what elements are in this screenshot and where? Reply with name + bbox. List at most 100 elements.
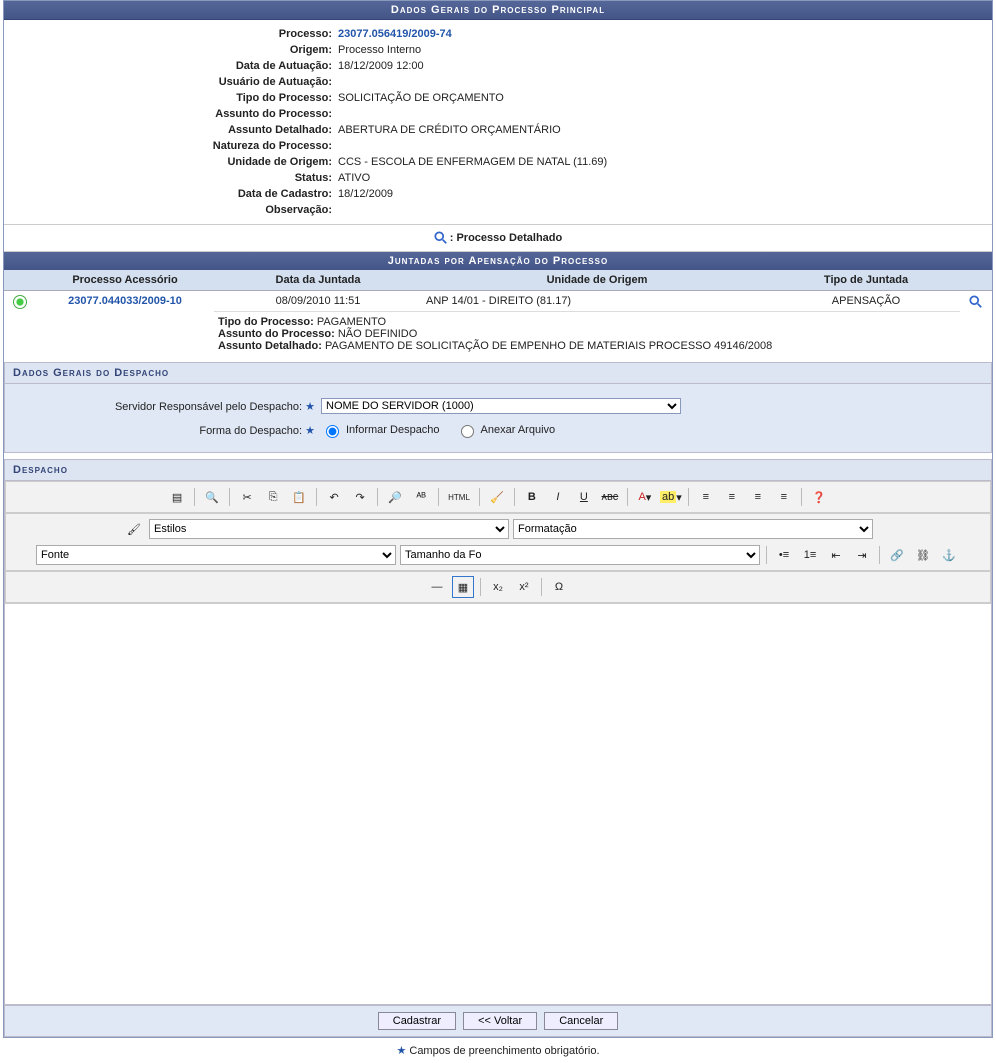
det-tipo-val: PAGAMENTO — [317, 316, 386, 328]
col-data-juntada: Data da Juntada — [214, 270, 422, 291]
required-footnote: ★ Campos de preenchimento obrigatório. — [0, 1038, 996, 1063]
cancelar-button[interactable]: Cancelar — [544, 1012, 618, 1030]
radio-informar-input[interactable] — [326, 425, 339, 438]
despacho-editor-title: Despacho — [4, 459, 992, 481]
hr-icon[interactable]: — — [426, 576, 448, 598]
value-tipo-processo: SOLICITAÇÃO DE ORÇAMENTO — [338, 92, 984, 104]
superscript-icon[interactable]: x² — [513, 576, 535, 598]
table-row: 23077.044033/2009-10 08/09/2010 11:51 AN… — [4, 291, 992, 312]
strike-icon[interactable]: ᴀʙᴄ — [599, 486, 621, 508]
html-icon[interactable]: HTML — [445, 486, 473, 508]
help-icon[interactable]: ❓ — [808, 486, 830, 508]
value-unidade-origem: CCS - ESCOLA DE ENFERMAGEM DE NATAL (11.… — [338, 156, 984, 168]
value-natureza — [338, 140, 984, 152]
format-select[interactable]: Formatação — [513, 519, 873, 539]
align-center-icon[interactable]: ≡ — [721, 486, 743, 508]
forma-label: Forma do Despacho: — [199, 425, 302, 437]
bg-color-icon[interactable]: ab▾ — [660, 486, 682, 508]
special-char-icon[interactable]: Ω — [548, 576, 570, 598]
servidor-select[interactable]: NOME DO SERVIDOR (1000) — [321, 398, 681, 414]
radio-anexar[interactable]: Anexar Arquivo — [456, 422, 556, 438]
servidor-label: Servidor Responsável pelo Despacho: — [115, 401, 302, 413]
value-data-cadastro: 18/12/2009 — [338, 188, 984, 200]
undo-icon[interactable]: ↶ — [323, 486, 345, 508]
value-data-autuacao: 18/12/2009 12:00 — [338, 60, 984, 72]
table-icon[interactable]: ▦ — [452, 576, 474, 598]
anchor-icon[interactable]: ⚓ — [938, 544, 960, 566]
row-unidade: ANP 14/01 - DIREITO (81.17) — [422, 291, 772, 312]
value-assunto — [338, 108, 984, 120]
remove-format-icon[interactable]: 🧹 — [486, 486, 508, 508]
indent-icon[interactable]: ⇥ — [851, 544, 873, 566]
replace-icon[interactable]: ᴬᴮ — [410, 486, 432, 508]
despacho-form: Servidor Responsável pelo Despacho: ★ NO… — [4, 384, 992, 453]
editor-toolbar-row2: 🖌 Estilos Formatação Fonte Tamanho da Fo… — [5, 513, 991, 571]
det-assdet-lbl: Assunto Detalhado: — [218, 340, 322, 352]
text-color-icon[interactable]: A▾ — [634, 486, 656, 508]
align-justify-icon[interactable]: ≡ — [773, 486, 795, 508]
number-list-icon[interactable]: 1≡ — [799, 544, 821, 566]
font-select[interactable]: Fonte — [36, 545, 396, 565]
subscript-icon[interactable]: x₂ — [487, 576, 509, 598]
required-star-icon: ★ — [305, 425, 315, 437]
label-processo: Processo: — [12, 28, 338, 40]
label-data-autuacao: Data de Autuação: — [12, 60, 338, 72]
label-origem: Origem: — [12, 44, 338, 56]
value-usuario-autuacao — [338, 76, 984, 88]
row-data-juntada: 08/09/2010 11:51 — [214, 291, 422, 312]
main-header: Dados Gerais do Processo Principal — [4, 1, 992, 20]
radio-anexar-input[interactable] — [461, 425, 474, 438]
redo-icon[interactable]: ↷ — [349, 486, 371, 508]
row-tipo: APENSAÇÃO — [772, 291, 960, 312]
value-origem: Processo Interno — [338, 44, 984, 56]
link-icon[interactable]: 🔗 — [886, 544, 908, 566]
preview-icon[interactable]: 🔍 — [201, 486, 223, 508]
paste-icon[interactable]: 📋 — [288, 486, 310, 508]
value-observacao — [338, 204, 984, 216]
legend-bar: : Processo Detalhado — [4, 224, 992, 252]
align-right-icon[interactable]: ≡ — [747, 486, 769, 508]
styles-select[interactable]: Estilos — [149, 519, 509, 539]
label-data-cadastro: Data de Cadastro: — [12, 188, 338, 200]
editor-textarea[interactable] — [5, 603, 991, 1004]
processo-acessorio-link[interactable]: 23077.044033/2009-10 — [36, 291, 214, 357]
det-assunto-lbl: Assunto do Processo: — [218, 328, 335, 340]
bullet-list-icon[interactable]: •≡ — [773, 544, 795, 566]
magnifier-icon[interactable] — [968, 295, 984, 312]
det-assdet-val: PAGAMENTO DE SOLICITAÇÃO DE EMPENHO DE M… — [325, 340, 772, 352]
label-status: Status: — [12, 172, 338, 184]
action-buttons-bar: Cadastrar << Voltar Cancelar — [4, 1005, 992, 1037]
source-icon[interactable]: ▤ — [166, 486, 188, 508]
col-unidade-origem: Unidade de Origem — [422, 270, 772, 291]
cut-icon[interactable]: ✂ — [236, 486, 258, 508]
rich-text-editor: ▤ 🔍 ✂ ⎘ 📋 ↶ ↷ 🔎 ᴬᴮ HTML 🧹 B I U ᴀʙᴄ A▾ a… — [4, 481, 992, 1005]
find-icon[interactable]: 🔎 — [384, 486, 406, 508]
magnifier-icon — [434, 231, 450, 245]
format-painter-icon[interactable]: 🖌 — [123, 518, 145, 540]
required-star-icon: ★ — [396, 1045, 406, 1057]
unlink-icon[interactable]: ⛓ — [912, 544, 934, 566]
radio-informar[interactable]: Informar Despacho — [321, 422, 440, 438]
label-tipo-processo: Tipo do Processo: — [12, 92, 338, 104]
editor-toolbar-row3: — ▦ x₂ x² Ω — [5, 571, 991, 603]
cadastrar-button[interactable]: Cadastrar — [378, 1012, 456, 1030]
det-assunto-val: NÃO DEFINIDO — [338, 328, 417, 340]
juntadas-table: Processo Acessório Data da Juntada Unida… — [4, 270, 992, 356]
det-tipo-lbl: Tipo do Processo: — [218, 316, 314, 328]
bold-icon[interactable]: B — [521, 486, 543, 508]
copy-icon[interactable]: ⎘ — [262, 486, 284, 508]
value-processo[interactable]: 23077.056419/2009-74 — [338, 28, 984, 40]
outdent-icon[interactable]: ⇤ — [825, 544, 847, 566]
align-left-icon[interactable]: ≡ — [695, 486, 717, 508]
label-usuario-autuacao: Usuário de Autuação: — [12, 76, 338, 88]
label-observacao: Observação: — [12, 204, 338, 216]
underline-icon[interactable]: U — [573, 486, 595, 508]
font-size-select[interactable]: Tamanho da Fo — [400, 545, 760, 565]
value-assunto-detalhado: ABERTURA DE CRÉDITO ORÇAMENTÁRIO — [338, 124, 984, 136]
italic-icon[interactable]: I — [547, 486, 569, 508]
despacho-form-title: Dados Gerais do Despacho — [4, 362, 992, 384]
radio-selected-icon[interactable] — [13, 295, 27, 309]
value-status: ATIVO — [338, 172, 984, 184]
voltar-button[interactable]: << Voltar — [463, 1012, 537, 1030]
label-assunto-detalhado: Assunto Detalhado: — [12, 124, 338, 136]
